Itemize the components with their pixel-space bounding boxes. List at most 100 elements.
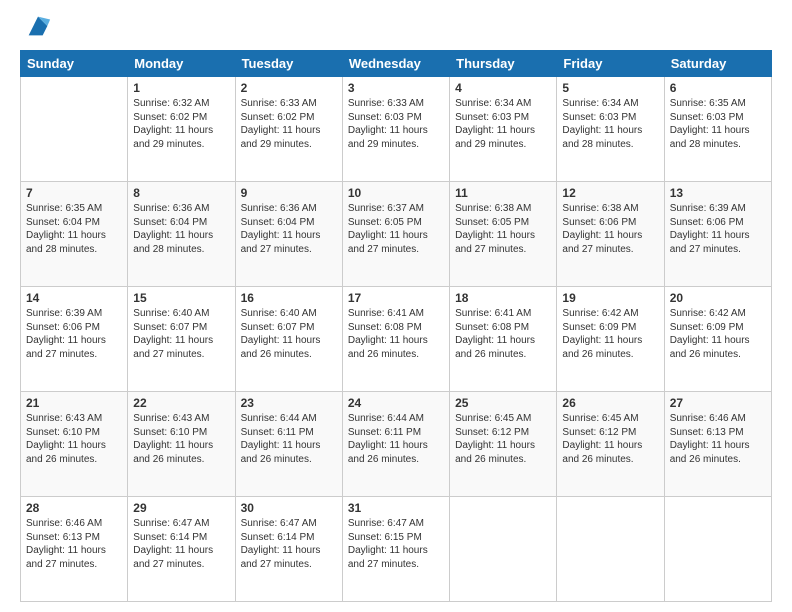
cell-info: Sunrise: 6:36 AM Sunset: 6:04 PM Dayligh… (241, 202, 337, 256)
calendar-cell: 14 Sunrise: 6:39 AM Sunset: 6:06 PM Dayli… (21, 287, 128, 392)
calendar: SundayMondayTuesdayWednesdayThursdayFrid… (20, 50, 772, 602)
cell-info: Sunrise: 6:44 AM Sunset: 6:11 PM Dayligh… (241, 412, 337, 466)
day-number: 14 (26, 291, 122, 305)
day-number: 24 (348, 396, 444, 410)
cell-info: Sunrise: 6:44 AM Sunset: 6:11 PM Dayligh… (348, 412, 444, 466)
cell-info: Sunrise: 6:38 AM Sunset: 6:05 PM Dayligh… (455, 202, 551, 256)
calendar-cell: 13 Sunrise: 6:39 AM Sunset: 6:06 PM Dayli… (664, 182, 771, 287)
calendar-cell: 11Sunrise: 6:38 AM Sunset: 6:05 PM Dayli… (450, 182, 557, 287)
day-number: 21 (26, 396, 122, 410)
calendar-header-row: SundayMondayTuesdayWednesdayThursdayFrid… (21, 51, 772, 77)
day-number: 16 (241, 291, 337, 305)
day-number: 13 (670, 186, 766, 200)
day-number: 8 (133, 186, 229, 200)
day-header-tuesday: Tuesday (235, 51, 342, 77)
logo (20, 16, 52, 40)
cell-info: Sunrise: 6:40 AM Sunset: 6:07 PM Dayligh… (133, 307, 229, 361)
cell-info: Sunrise: 6:42 AM Sunset: 6:09 PM Dayligh… (670, 307, 766, 361)
day-number: 20 (670, 291, 766, 305)
page: SundayMondayTuesdayWednesdayThursdayFrid… (0, 0, 792, 612)
day-number: 12 (562, 186, 658, 200)
cell-info: Sunrise: 6:39 AM Sunset: 6:06 PM Dayligh… (26, 307, 122, 361)
day-number: 28 (26, 501, 122, 515)
calendar-cell (664, 497, 771, 602)
calendar-cell: 20 Sunrise: 6:42 AM Sunset: 6:09 PM Dayli… (664, 287, 771, 392)
day-number: 30 (241, 501, 337, 515)
calendar-cell: 30 Sunrise: 6:47 AM Sunset: 6:14 PM Dayli… (235, 497, 342, 602)
calendar-cell: 8 Sunrise: 6:36 AM Sunset: 6:04 PM Daylig… (128, 182, 235, 287)
week-row-5: 28 Sunrise: 6:46 AM Sunset: 6:13 PM Dayli… (21, 497, 772, 602)
day-header-thursday: Thursday (450, 51, 557, 77)
cell-info: Sunrise: 6:47 AM Sunset: 6:14 PM Dayligh… (133, 517, 229, 571)
day-header-friday: Friday (557, 51, 664, 77)
cell-info: Sunrise: 6:40 AM Sunset: 6:07 PM Dayligh… (241, 307, 337, 361)
calendar-cell: 18Sunrise: 6:41 AM Sunset: 6:08 PM Dayli… (450, 287, 557, 392)
day-number: 1 (133, 81, 229, 95)
header (20, 16, 772, 40)
cell-info: Sunrise: 6:35 AM Sunset: 6:04 PM Dayligh… (26, 202, 122, 256)
day-number: 27 (670, 396, 766, 410)
day-number: 25 (455, 396, 551, 410)
day-number: 9 (241, 186, 337, 200)
day-header-monday: Monday (128, 51, 235, 77)
day-number: 4 (455, 81, 551, 95)
cell-info: Sunrise: 6:39 AM Sunset: 6:06 PM Dayligh… (670, 202, 766, 256)
calendar-cell: 29 Sunrise: 6:47 AM Sunset: 6:14 PM Dayli… (128, 497, 235, 602)
day-number: 15 (133, 291, 229, 305)
cell-info: Sunrise: 6:33 AM Sunset: 6:03 PM Dayligh… (348, 97, 444, 151)
day-header-sunday: Sunday (21, 51, 128, 77)
calendar-cell: 4 Sunrise: 6:34 AM Sunset: 6:03 PM Daylig… (450, 77, 557, 182)
cell-info: Sunrise: 6:42 AM Sunset: 6:09 PM Dayligh… (562, 307, 658, 361)
calendar-cell: 25 Sunrise: 6:45 AM Sunset: 6:12 PM Dayli… (450, 392, 557, 497)
calendar-cell: 31Sunrise: 6:47 AM Sunset: 6:15 PM Dayli… (342, 497, 449, 602)
day-header-wednesday: Wednesday (342, 51, 449, 77)
day-number: 5 (562, 81, 658, 95)
cell-info: Sunrise: 6:37 AM Sunset: 6:05 PM Dayligh… (348, 202, 444, 256)
calendar-cell: 27 Sunrise: 6:46 AM Sunset: 6:13 PM Dayli… (664, 392, 771, 497)
day-number: 22 (133, 396, 229, 410)
calendar-cell: 6 Sunrise: 6:35 AM Sunset: 6:03 PM Daylig… (664, 77, 771, 182)
calendar-cell: 15 Sunrise: 6:40 AM Sunset: 6:07 PM Dayli… (128, 287, 235, 392)
day-number: 2 (241, 81, 337, 95)
day-number: 6 (670, 81, 766, 95)
calendar-cell: 22 Sunrise: 6:43 AM Sunset: 6:10 PM Dayli… (128, 392, 235, 497)
day-number: 17 (348, 291, 444, 305)
calendar-cell: 1 Sunrise: 6:32 AM Sunset: 6:02 PM Daylig… (128, 77, 235, 182)
cell-info: Sunrise: 6:46 AM Sunset: 6:13 PM Dayligh… (26, 517, 122, 571)
calendar-cell: 10Sunrise: 6:37 AM Sunset: 6:05 PM Dayli… (342, 182, 449, 287)
calendar-cell: 9 Sunrise: 6:36 AM Sunset: 6:04 PM Daylig… (235, 182, 342, 287)
cell-info: Sunrise: 6:45 AM Sunset: 6:12 PM Dayligh… (455, 412, 551, 466)
calendar-cell: 24 Sunrise: 6:44 AM Sunset: 6:11 PM Dayli… (342, 392, 449, 497)
cell-info: Sunrise: 6:41 AM Sunset: 6:08 PM Dayligh… (455, 307, 551, 361)
cell-info: Sunrise: 6:34 AM Sunset: 6:03 PM Dayligh… (455, 97, 551, 151)
cell-info: Sunrise: 6:34 AM Sunset: 6:03 PM Dayligh… (562, 97, 658, 151)
calendar-cell: 16 Sunrise: 6:40 AM Sunset: 6:07 PM Dayli… (235, 287, 342, 392)
cell-info: Sunrise: 6:47 AM Sunset: 6:14 PM Dayligh… (241, 517, 337, 571)
day-number: 29 (133, 501, 229, 515)
calendar-cell: 17 Sunrise: 6:41 AM Sunset: 6:08 PM Dayli… (342, 287, 449, 392)
calendar-cell: 12Sunrise: 6:38 AM Sunset: 6:06 PM Dayli… (557, 182, 664, 287)
calendar-cell: 19 Sunrise: 6:42 AM Sunset: 6:09 PM Dayli… (557, 287, 664, 392)
cell-info: Sunrise: 6:43 AM Sunset: 6:10 PM Dayligh… (26, 412, 122, 466)
day-header-saturday: Saturday (664, 51, 771, 77)
calendar-cell: 3Sunrise: 6:33 AM Sunset: 6:03 PM Daylig… (342, 77, 449, 182)
day-number: 23 (241, 396, 337, 410)
cell-info: Sunrise: 6:36 AM Sunset: 6:04 PM Dayligh… (133, 202, 229, 256)
calendar-cell: 26Sunrise: 6:45 AM Sunset: 6:12 PM Dayli… (557, 392, 664, 497)
week-row-4: 21 Sunrise: 6:43 AM Sunset: 6:10 PM Dayli… (21, 392, 772, 497)
cell-info: Sunrise: 6:46 AM Sunset: 6:13 PM Dayligh… (670, 412, 766, 466)
logo-icon (24, 12, 52, 40)
calendar-cell: 23 Sunrise: 6:44 AM Sunset: 6:11 PM Dayli… (235, 392, 342, 497)
day-number: 31 (348, 501, 444, 515)
calendar-cell: 5 Sunrise: 6:34 AM Sunset: 6:03 PM Daylig… (557, 77, 664, 182)
calendar-cell: 2Sunrise: 6:33 AM Sunset: 6:02 PM Daylig… (235, 77, 342, 182)
cell-info: Sunrise: 6:35 AM Sunset: 6:03 PM Dayligh… (670, 97, 766, 151)
cell-info: Sunrise: 6:41 AM Sunset: 6:08 PM Dayligh… (348, 307, 444, 361)
cell-info: Sunrise: 6:32 AM Sunset: 6:02 PM Dayligh… (133, 97, 229, 151)
calendar-cell: 28 Sunrise: 6:46 AM Sunset: 6:13 PM Dayli… (21, 497, 128, 602)
cell-info: Sunrise: 6:43 AM Sunset: 6:10 PM Dayligh… (133, 412, 229, 466)
day-number: 19 (562, 291, 658, 305)
calendar-cell (21, 77, 128, 182)
cell-info: Sunrise: 6:45 AM Sunset: 6:12 PM Dayligh… (562, 412, 658, 466)
week-row-3: 14 Sunrise: 6:39 AM Sunset: 6:06 PM Dayli… (21, 287, 772, 392)
